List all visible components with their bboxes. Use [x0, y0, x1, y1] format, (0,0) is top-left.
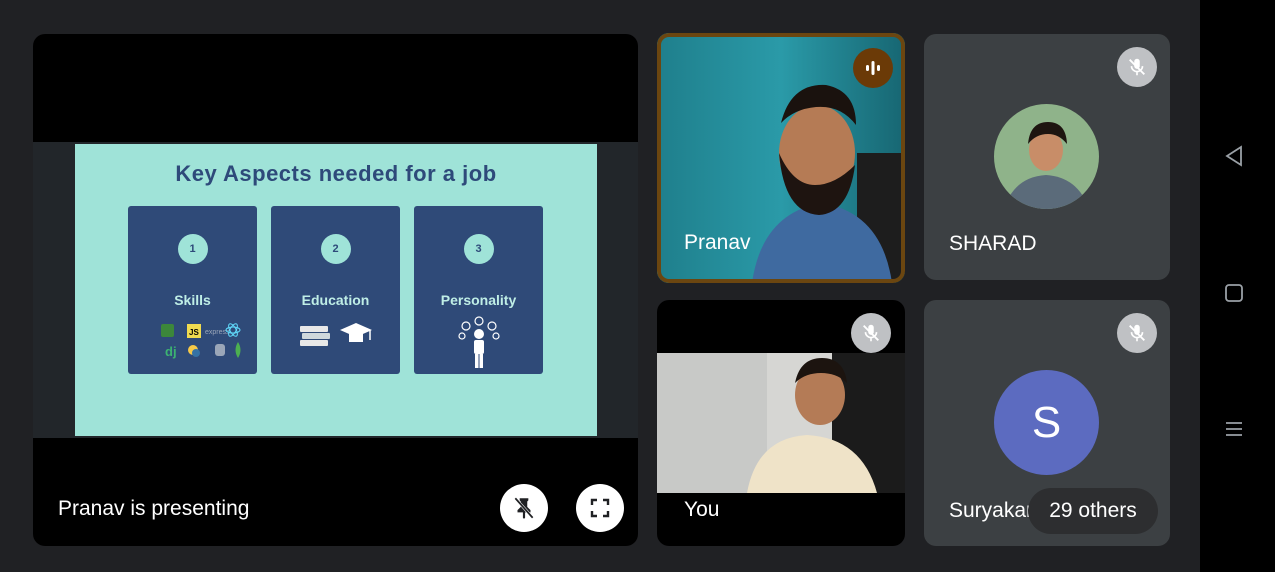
participant-name: SHARAD	[949, 232, 1037, 255]
pin-off-icon	[514, 497, 534, 519]
participant-tile-others[interactable]: S Suryakant 29 others	[924, 300, 1170, 546]
unpin-button[interactable]	[500, 484, 548, 532]
slide-title: Key Aspects needed for a job	[175, 161, 497, 186]
participant-tile-speaker[interactable]: Pranav	[657, 33, 905, 283]
books-graduation-icon	[271, 320, 400, 350]
recents-icon	[1226, 422, 1242, 436]
system-nav-bar	[1200, 0, 1275, 572]
nav-back-button[interactable]	[1222, 144, 1246, 168]
slide-card-personality: 3 Personality	[414, 206, 543, 374]
person-thinking-icon	[414, 316, 543, 370]
fullscreen-icon	[590, 498, 610, 518]
audio-level-icon	[866, 61, 880, 75]
nav-recents-button[interactable]	[1222, 417, 1246, 441]
presenting-status: Pranav is presenting	[58, 497, 250, 520]
slide-card-skills: 1 Skills JS express dj	[128, 206, 257, 374]
tech-logos-icon: JS express dj	[128, 320, 257, 362]
slide-card-education: 2 Education	[271, 206, 400, 374]
meeting-stage: Key Aspects needed for a job 1 Skills JS…	[0, 0, 1200, 572]
avatar	[994, 104, 1099, 209]
mic-off-icon	[863, 324, 879, 342]
back-icon	[1225, 145, 1242, 167]
mic-off-badge	[1117, 47, 1157, 87]
card-number: 1	[177, 234, 208, 264]
self-video	[657, 353, 905, 493]
others-count-button[interactable]: 29 others	[1028, 488, 1158, 534]
card-number: 3	[463, 234, 494, 264]
django-logo-text: dj	[165, 344, 177, 359]
card-label: Personality	[440, 292, 517, 308]
participant-tile-self[interactable]: You	[657, 300, 905, 546]
participant-name: You	[684, 498, 720, 521]
nav-home-button[interactable]	[1222, 281, 1246, 305]
participant-name: Pranav	[684, 231, 751, 254]
mic-off-icon	[1129, 58, 1145, 76]
audio-level-badge	[853, 48, 893, 88]
js-logo-text: JS	[189, 328, 199, 337]
fullscreen-button[interactable]	[576, 484, 624, 532]
mic-off-icon	[1129, 324, 1145, 342]
mic-off-badge	[851, 313, 891, 353]
avatar: S	[994, 370, 1099, 475]
participant-tile-sharad[interactable]: SHARAD	[924, 34, 1170, 280]
card-label: Skills	[174, 292, 211, 308]
home-icon	[1225, 284, 1243, 302]
card-label: Education	[301, 292, 370, 308]
slide: Key Aspects needed for a job 1 Skills JS…	[75, 144, 597, 436]
presentation-tile[interactable]: Key Aspects needed for a job 1 Skills JS…	[33, 34, 638, 546]
card-number: 2	[320, 234, 351, 264]
mic-off-badge	[1117, 313, 1157, 353]
